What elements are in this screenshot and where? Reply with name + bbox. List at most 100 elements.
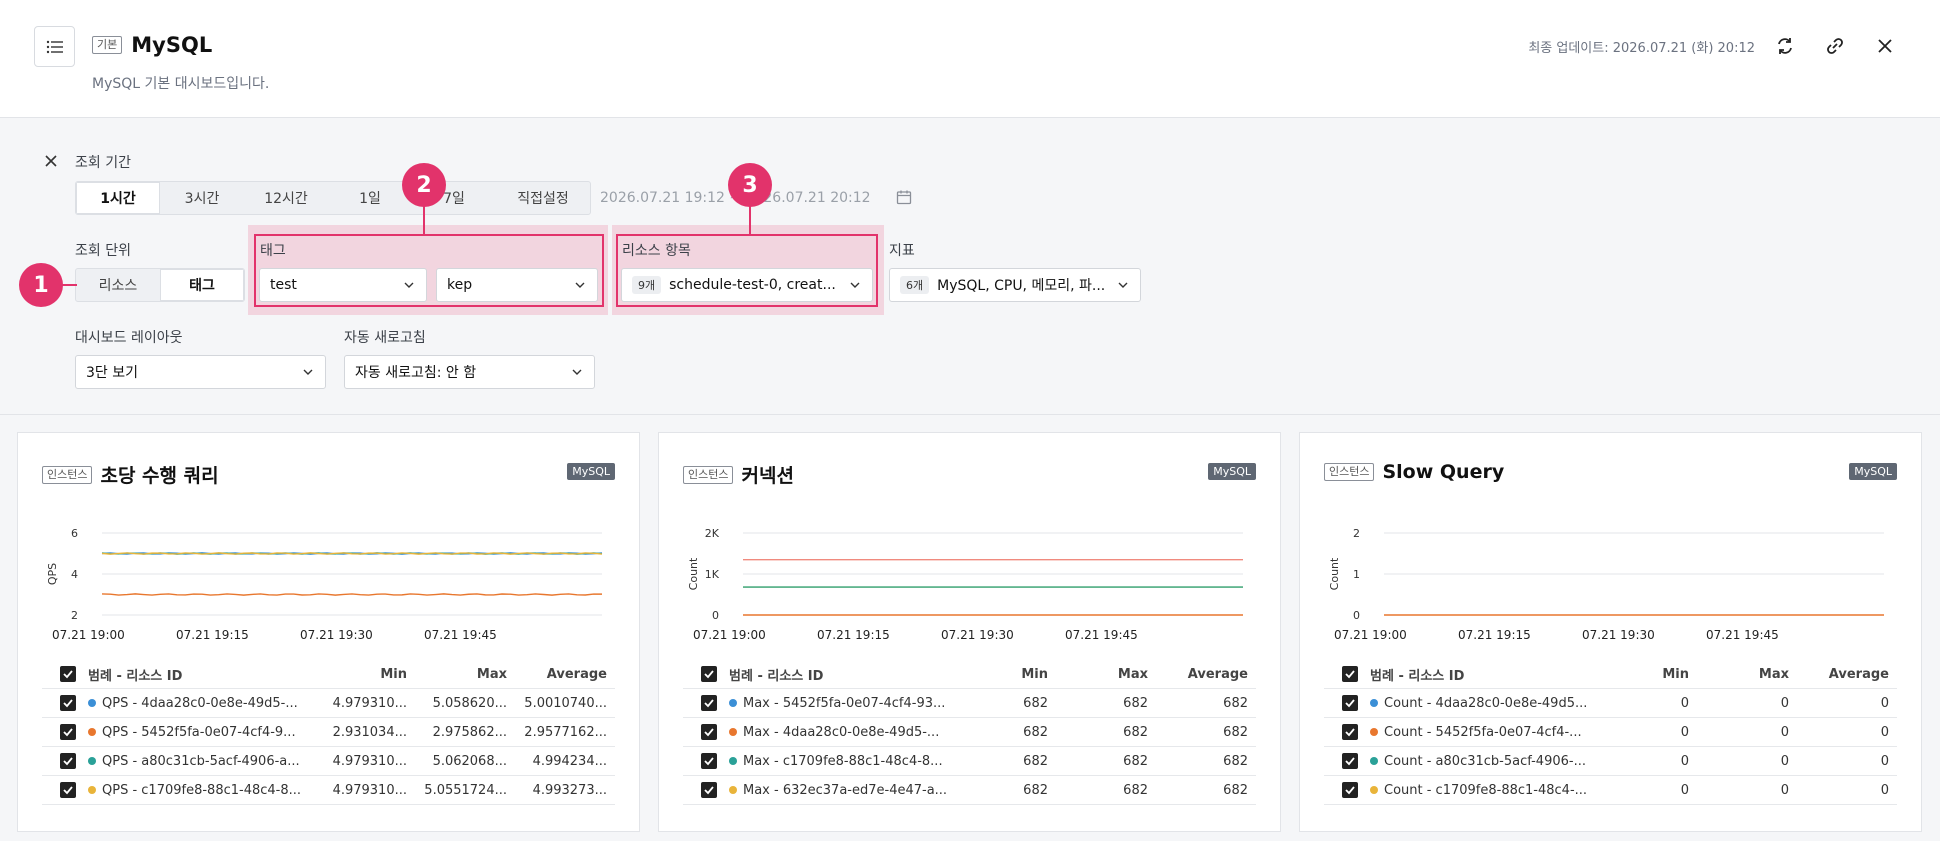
- chevron-down-icon: [575, 282, 585, 288]
- checkbox[interactable]: [1342, 753, 1358, 769]
- tab-custom[interactable]: 직접설정: [496, 182, 590, 214]
- x-tick-label: 07.21 19:00: [693, 628, 766, 642]
- list-icon: [46, 40, 63, 53]
- tag-label: 태그: [260, 243, 286, 259]
- legend-row: Count - 5452f5fa-0e07-4cf4-... 0 0 0: [1324, 718, 1897, 747]
- resource-select[interactable]: 9개 schedule-test-0, creat...: [621, 268, 873, 302]
- legend-header-avg: Average: [546, 666, 607, 682]
- card-title: 초당 수행 쿼리: [100, 465, 219, 487]
- legend-max: 682: [1123, 695, 1148, 711]
- check-icon: [1345, 670, 1355, 679]
- legend-header-row: 범례 - 리소스 ID Min Max Average: [1324, 660, 1897, 689]
- legend-min: 4.979310...: [332, 782, 407, 798]
- checkbox[interactable]: [701, 782, 717, 798]
- tab-12h[interactable]: 12시간: [244, 182, 328, 214]
- checkbox[interactable]: [1342, 782, 1358, 798]
- resource-label: 리소스 항목: [622, 243, 691, 259]
- period-label: 조회 기간: [75, 155, 131, 171]
- callout-1-connector: [62, 284, 77, 286]
- x-tick-label: 07.21 19:30: [300, 628, 373, 642]
- tab-resource[interactable]: 리소스: [76, 269, 160, 301]
- chart-qps: 2 4 6 QPS 07.21 19:00 07.21 19:15 07.21 19:30 0…: [46, 527, 603, 642]
- series-label: Max - 4daa28c0-0e8e-49d5-...: [743, 724, 940, 740]
- calendar-button[interactable]: [896, 189, 912, 209]
- list-menu-button[interactable]: [34, 26, 75, 67]
- tab-3h[interactable]: 3시간: [160, 182, 244, 214]
- legend-header-row: 범례 - 리소스 ID Min Max Average: [42, 660, 615, 689]
- metric-select[interactable]: 6개 MySQL, CPU, 메모리, 파...: [889, 268, 1141, 302]
- checkbox[interactable]: [60, 753, 76, 769]
- legend-header-min: Min: [1021, 666, 1048, 682]
- callout-1: 1: [19, 263, 63, 307]
- tag-key-value: test: [270, 277, 297, 293]
- series-color-dot: [88, 699, 96, 707]
- legend-header-min: Min: [380, 666, 407, 682]
- chevron-down-icon: [404, 282, 414, 288]
- tab-tag[interactable]: 태그: [160, 269, 244, 301]
- checkbox[interactable]: [60, 695, 76, 711]
- close-button[interactable]: [1873, 34, 1897, 58]
- legend-min: 682: [1023, 753, 1048, 769]
- db-badge: MySQL: [567, 463, 615, 480]
- legend-max: 2.975862...: [432, 724, 507, 740]
- x-tick-label: 07.21 19:45: [424, 628, 497, 642]
- refresh-button[interactable]: [1773, 34, 1797, 58]
- card-slow-query: 인스턴스 Slow Query MySQL 0 1 2 Count 07.21 19:0…: [1299, 432, 1922, 832]
- checkbox[interactable]: [60, 666, 76, 682]
- legend-row: QPS - 4daa28c0-0e8e-49d5-... 4.979310... 5…: [42, 689, 615, 718]
- tab-1h[interactable]: 1시간: [76, 182, 160, 214]
- checkbox[interactable]: [1342, 666, 1358, 682]
- series-label: QPS - c1709fe8-88c1-48c4-8...: [102, 782, 302, 798]
- legend-avg: 682: [1223, 724, 1248, 740]
- checkbox[interactable]: [701, 695, 717, 711]
- resource-value: schedule-test-0, creat...: [669, 277, 836, 293]
- x-tick-label: 07.21 19:00: [1334, 628, 1407, 642]
- checkbox[interactable]: [60, 724, 76, 740]
- collapse-filter-button[interactable]: [44, 154, 58, 172]
- checkbox[interactable]: [1342, 724, 1358, 740]
- auto-refresh-select[interactable]: 자동 새로고침: 안 함: [344, 355, 595, 389]
- legend-series-name: Max - 4daa28c0-0e8e-49d5-...: [729, 725, 956, 740]
- page-title: MySQL: [131, 33, 213, 57]
- card-title: Slow Query: [1382, 461, 1505, 483]
- check-icon: [1345, 757, 1355, 766]
- checkbox[interactable]: [1342, 695, 1358, 711]
- legend-avg: 5.0010740...: [524, 695, 607, 711]
- refresh-value: 자동 새로고침: 안 함: [355, 365, 477, 381]
- card-type-tag: 인스턴스: [42, 465, 93, 484]
- checkbox[interactable]: [60, 782, 76, 798]
- link-button[interactable]: [1823, 34, 1847, 58]
- y-tick-label: 1: [1353, 568, 1360, 581]
- y-tick-label: 2: [71, 609, 78, 622]
- series-label: Count - a80c31cb-5acf-4906-...: [1384, 753, 1586, 769]
- check-icon: [704, 786, 714, 795]
- series-line: [101, 593, 603, 596]
- legend-min: 682: [1023, 695, 1048, 711]
- checkbox[interactable]: [701, 666, 717, 682]
- legend-header-min: Min: [1662, 666, 1689, 682]
- legend-series-name: QPS - 5452f5fa-0e07-4cf4-9...: [88, 725, 315, 740]
- x-tick-label: 07.21 19:45: [1706, 628, 1779, 642]
- tag-value-select[interactable]: kep: [436, 268, 598, 302]
- legend-series-name: QPS - 4daa28c0-0e8e-49d5-...: [88, 696, 315, 711]
- card-connections: 인스턴스 커넥션 MySQL 0 1K 2K Count 07.21 19:00 07.2…: [658, 432, 1281, 832]
- tab-1d[interactable]: 1일: [328, 182, 412, 214]
- series-label: Count - c1709fe8-88c1-48c4-...: [1384, 782, 1588, 798]
- layout-select[interactable]: 3단 보기: [75, 355, 326, 389]
- series-color-dot: [729, 728, 737, 736]
- tag-key-select[interactable]: test: [259, 268, 427, 302]
- chevron-down-icon: [303, 369, 313, 375]
- legend-max: 0: [1780, 753, 1789, 769]
- series-label: Max - 632ec37a-ed7e-4e47-a...: [743, 782, 948, 798]
- legend-series-name: Count - 4daa28c0-0e8e-49d5...: [1370, 696, 1597, 711]
- series-color-dot: [1370, 786, 1378, 794]
- series-color-dot: [729, 757, 737, 765]
- y-tick-label: 2: [1353, 527, 1360, 540]
- checkbox[interactable]: [701, 724, 717, 740]
- checkbox[interactable]: [701, 753, 717, 769]
- legend-avg: 0: [1880, 753, 1889, 769]
- legend-header-avg: Average: [1828, 666, 1889, 682]
- db-badge: MySQL: [1208, 463, 1256, 480]
- legend-avg: 0: [1880, 724, 1889, 740]
- series-label: Max - 5452f5fa-0e07-4cf4-93...: [743, 695, 946, 711]
